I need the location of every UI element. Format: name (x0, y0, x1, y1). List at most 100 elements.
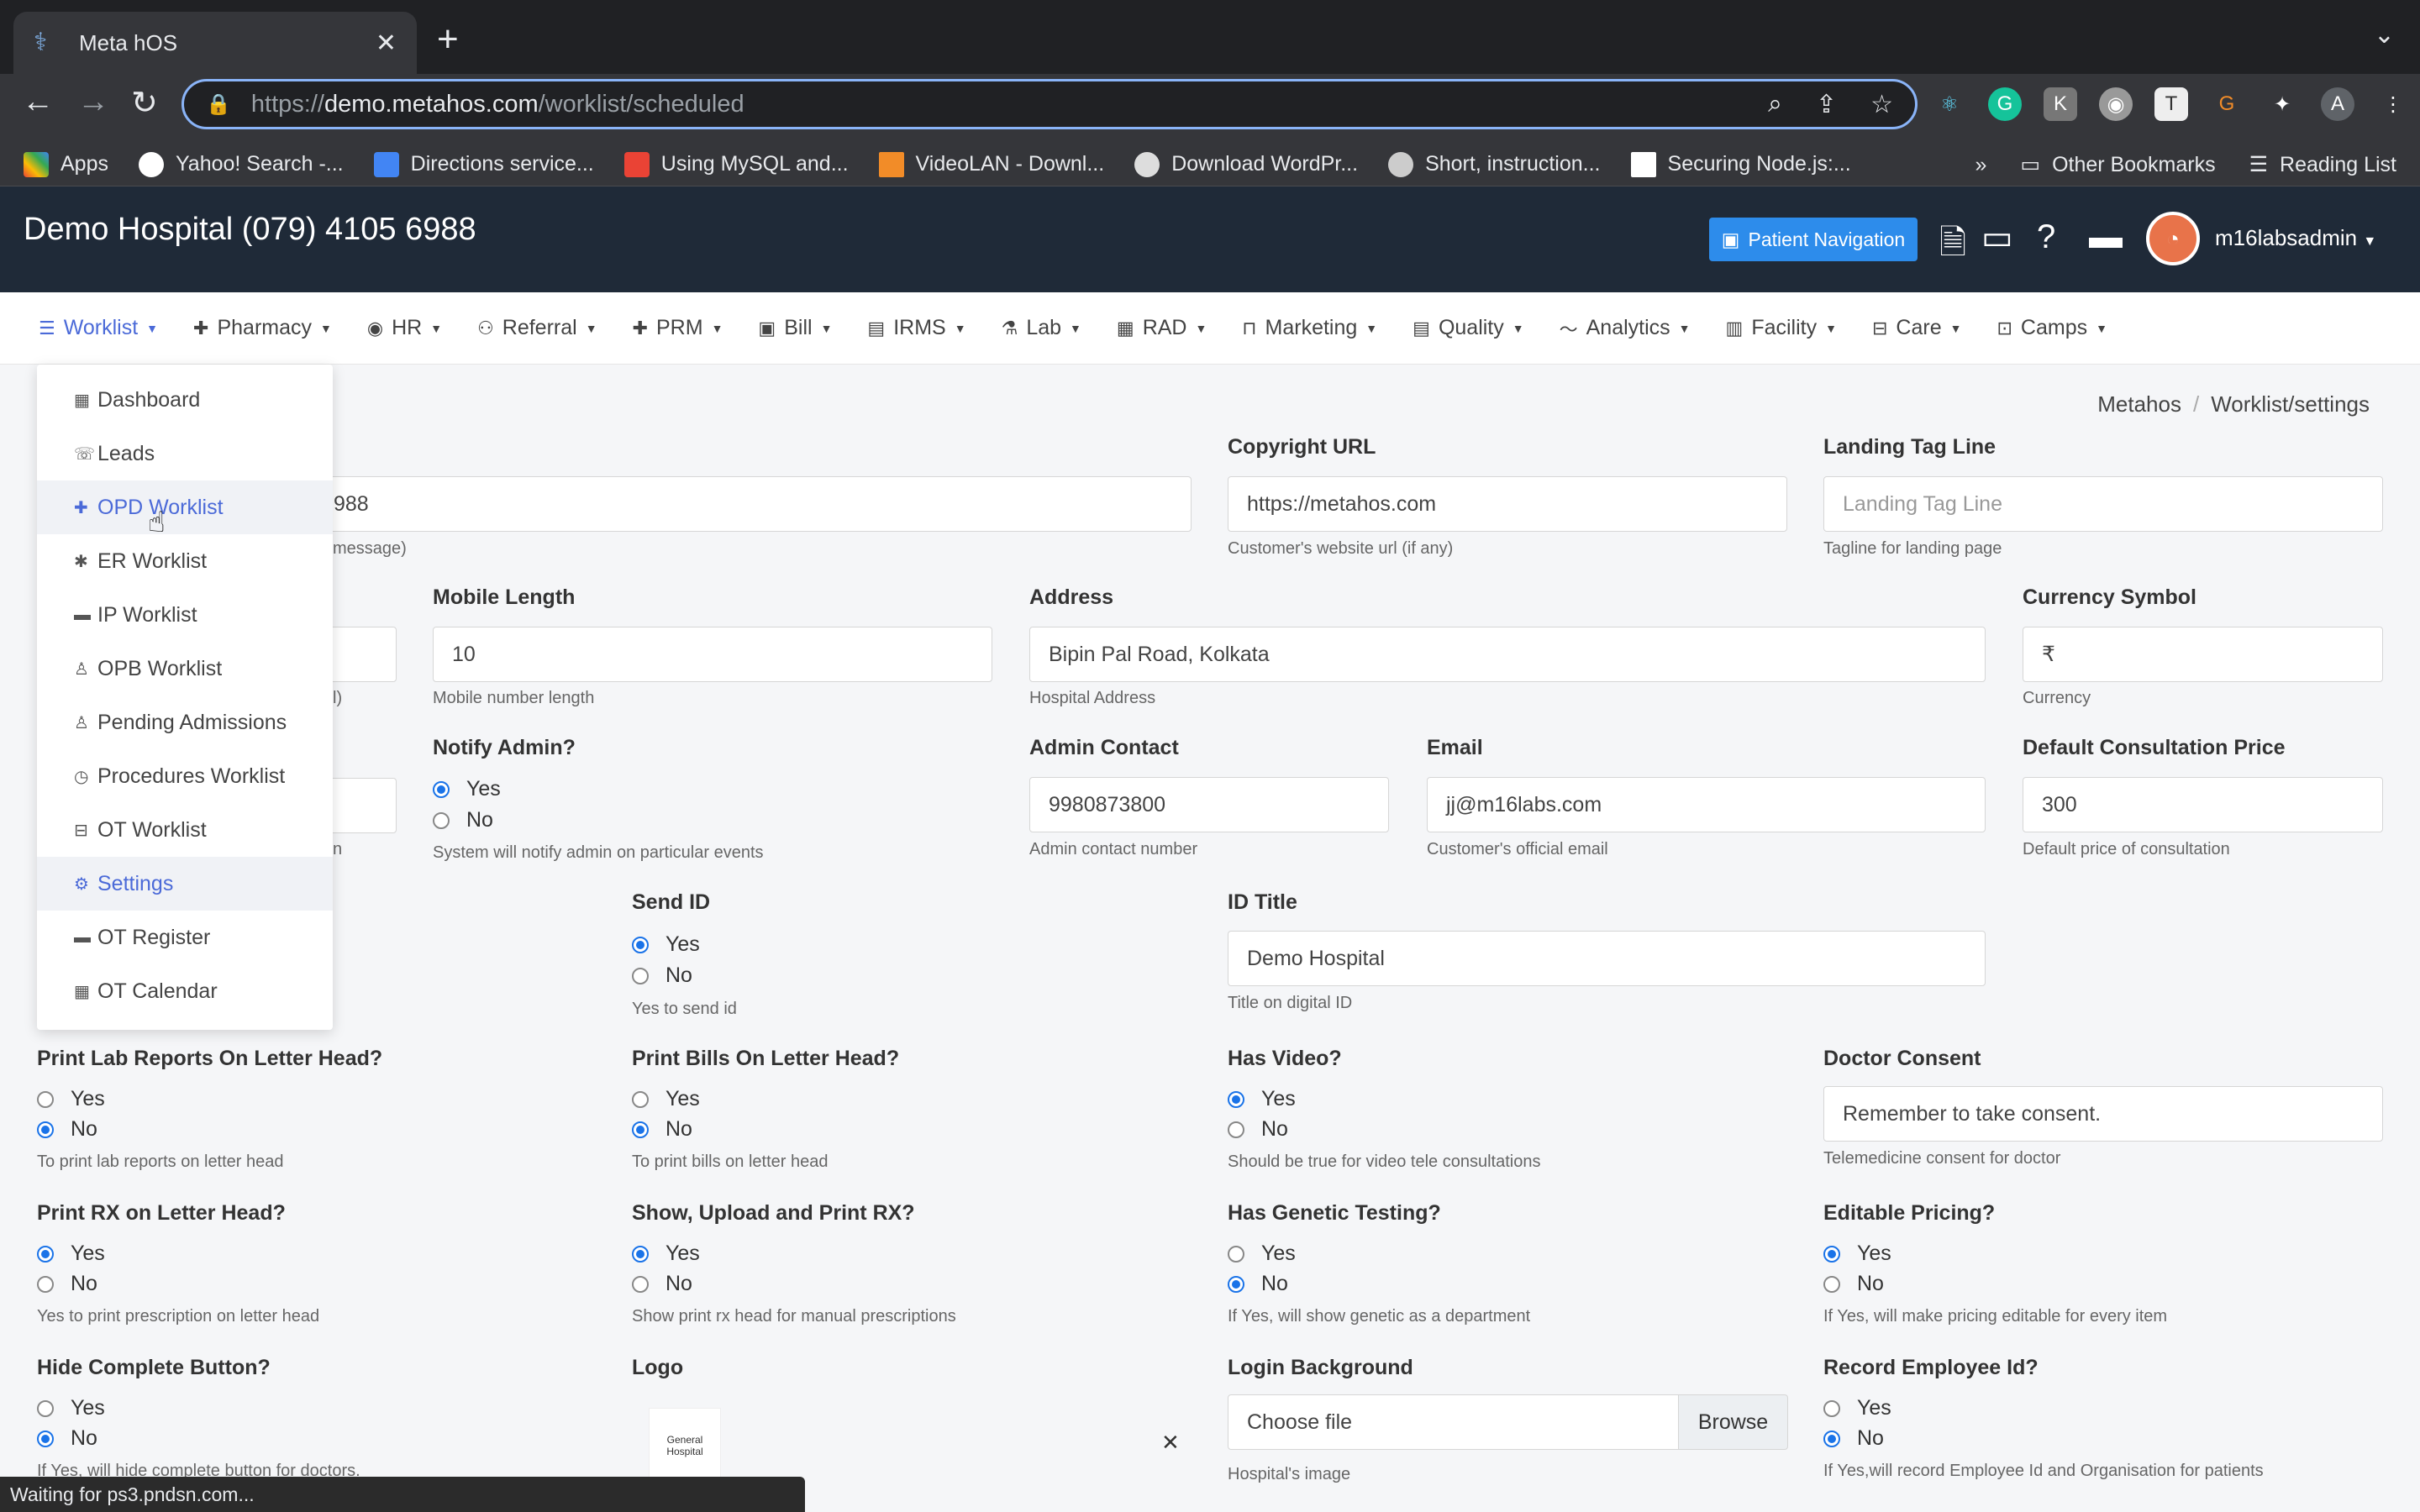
menu-worklist[interactable]: ☰ Worklist ▼ (39, 316, 158, 340)
default-price-input[interactable]: 300 (2023, 777, 2383, 832)
dropdown-item-dashboard[interactable]: ▦ Dashboard (37, 373, 333, 427)
profile-avatar[interactable]: A (2321, 87, 2354, 121)
extension-icon[interactable]: K (2044, 87, 2077, 121)
bookmark-yahoo[interactable]: Yahoo! Search -... (138, 151, 344, 177)
menu-marketing[interactable]: ⊓ Marketing ▼ (1242, 316, 1377, 340)
menu-hr[interactable]: ◉ HR ▼ (367, 316, 442, 340)
landing-tag-input[interactable]: Landing Tag Line (1823, 476, 2383, 532)
show-rx-yes[interactable]: Yes (632, 1242, 700, 1266)
zoom-icon[interactable]: ⌕ (1768, 90, 1782, 119)
remove-logo-icon[interactable]: ✕ (1161, 1430, 1180, 1456)
other-bookmarks[interactable]: ▭ Other Bookmarks (2020, 152, 2215, 177)
notify-admin-yes[interactable]: Yes (433, 777, 501, 801)
menu-prm[interactable]: ✚ PRM ▼ (633, 316, 723, 340)
print-rx-no[interactable]: No (37, 1272, 97, 1296)
has-video-yes[interactable]: Yes (1228, 1087, 1296, 1111)
notify-admin-no[interactable]: No (433, 808, 493, 832)
login-background-file-input[interactable]: Choose file (1228, 1394, 1679, 1450)
menu-facility[interactable]: ▥ Facility ▼ (1726, 316, 1837, 340)
bookmark-wordpress[interactable]: Download WordPr... (1134, 151, 1358, 177)
avatar[interactable]: ◔ (2146, 212, 2200, 265)
dropdown-item-leads[interactable]: ☏ Leads (37, 427, 333, 480)
puzzle-icon[interactable]: ✦ (2265, 87, 2299, 121)
user-menu[interactable]: m16labsadmin ▼ (2215, 225, 2376, 251)
menu-care[interactable]: ⊟ Care ▼ (1872, 316, 1961, 340)
print-bills-yes[interactable]: Yes (632, 1087, 700, 1111)
dropdown-item-ot-register[interactable]: ▬ OT Register (37, 911, 333, 964)
back-icon[interactable]: ← (22, 84, 54, 120)
menu-referral[interactable]: ⚇ Referral ▼ (477, 316, 597, 340)
spy-extension-icon[interactable]: ◉ (2099, 87, 2133, 121)
id-title-input[interactable]: Demo Hospital (1228, 931, 1986, 986)
share-icon[interactable]: ⇪ (1816, 90, 1837, 119)
close-tab-icon[interactable]: ✕ (376, 29, 397, 58)
dropdown-item-ip-worklist[interactable]: ▬ IP Worklist (37, 588, 333, 642)
dropdown-item-er-worklist[interactable]: ✱ ER Worklist (37, 534, 333, 588)
menu-quality[interactable]: ▤ Quality ▼ (1413, 316, 1523, 340)
editable-pricing-no[interactable]: No (1823, 1272, 1884, 1296)
help-icon[interactable]: ? (2037, 218, 2055, 256)
bookmark-videolan[interactable]: VideoLAN - Downl... (878, 151, 1104, 177)
send-id-yes[interactable]: Yes (632, 932, 700, 957)
dropdown-item-opd-worklist[interactable]: ✚ OPD Worklist (37, 480, 333, 534)
print-bills-no[interactable]: No (632, 1117, 692, 1142)
bookmark-apps[interactable]: Apps (24, 151, 108, 177)
chat-icon[interactable]: ▬ (2089, 218, 2123, 256)
send-id-no[interactable]: No (632, 963, 692, 988)
mobile-length-input[interactable]: 10 (433, 627, 992, 682)
new-tab-icon[interactable]: + (437, 18, 459, 60)
address-input[interactable]: Bipin Pal Road, Kolkata (1029, 627, 1986, 682)
copyright-url-input[interactable]: https://metahos.com (1228, 476, 1787, 532)
dropdown-item-pending-admissions[interactable]: ♙ Pending Admissions (37, 696, 333, 749)
grammarly-icon[interactable]: G (1988, 87, 2022, 121)
more-bookmarks-icon[interactable]: » (1975, 153, 1987, 177)
print-lab-yes[interactable]: Yes (37, 1087, 105, 1111)
dropdown-item-ot-calendar[interactable]: ▦ OT Calendar (37, 964, 333, 1018)
menu-bill[interactable]: ▣ Bill ▼ (758, 316, 832, 340)
menu-lab[interactable]: ⚗ Lab ▼ (1002, 316, 1081, 340)
print-rx-yes[interactable]: Yes (37, 1242, 105, 1266)
breadcrumb-root[interactable]: Metahos (2097, 391, 2181, 417)
dropdown-item-settings[interactable]: ⚙ Settings (37, 857, 333, 911)
genetic-testing-yes[interactable]: Yes (1228, 1242, 1296, 1266)
bookmark-mysql[interactable]: Using MySQL and... (623, 151, 849, 177)
print-lab-no[interactable]: No (37, 1117, 97, 1142)
bookmark-securing-node[interactable]: Securing Node.js:... (1630, 151, 1851, 177)
record-employee-no[interactable]: No (1823, 1426, 1884, 1451)
dropdown-item-procedures-worklist[interactable]: ◷ Procedures Worklist (37, 749, 333, 803)
orange-extension-icon[interactable]: G (2210, 87, 2244, 121)
genetic-testing-no[interactable]: No (1228, 1272, 1288, 1296)
email-input[interactable]: jj@m16labs.com (1427, 777, 1986, 832)
forward-icon[interactable]: → (77, 84, 109, 120)
patient-navigation-button[interactable]: ▣ Patient Navigation (1709, 218, 1918, 261)
doctor-consent-input[interactable]: Remember to take consent. (1823, 1086, 2383, 1142)
word-document-icon[interactable]: 🗎 (1939, 218, 1966, 276)
react-devtools-icon[interactable]: ⚛ (1933, 87, 1966, 121)
has-video-no[interactable]: No (1228, 1117, 1288, 1142)
reading-list[interactable]: ☰ Reading List (2249, 152, 2396, 177)
menu-dots-icon[interactable]: ⋮ (2376, 87, 2410, 121)
show-rx-no[interactable]: No (632, 1272, 692, 1296)
notes-extension-icon[interactable]: T (2154, 87, 2188, 121)
menu-camps[interactable]: ⊡ Camps ▼ (1996, 316, 2107, 340)
dropdown-item-ot-worklist[interactable]: ⊟ OT Worklist (37, 803, 333, 857)
browser-tab[interactable]: ⚕ Meta hOS ✕ (13, 12, 417, 74)
menu-analytics[interactable]: 〜 Analytics ▼ (1560, 315, 1691, 342)
bookmark-star-icon[interactable]: ☆ (1870, 90, 1893, 119)
menu-rad[interactable]: ▦ RAD ▼ (1117, 316, 1207, 340)
menu-irms[interactable]: ▤ IRMS ▼ (867, 316, 965, 340)
address-bar[interactable]: 🔒 https://demo.metahos.com/worklist/sche… (182, 79, 1918, 129)
currency-input[interactable]: ₹ (2023, 627, 2383, 682)
hide-complete-no[interactable]: No (37, 1426, 97, 1451)
admin-contact-input[interactable]: 9980873800 (1029, 777, 1389, 832)
folder-icon[interactable]: ▭ (1981, 218, 2013, 257)
record-employee-yes[interactable]: Yes (1823, 1396, 1891, 1420)
reload-icon[interactable]: ↻ (131, 84, 158, 122)
editable-pricing-yes[interactable]: Yes (1823, 1242, 1891, 1266)
tab-search-icon[interactable]: ⌄ (2374, 20, 2395, 50)
bookmark-directions[interactable]: Directions service... (373, 151, 594, 177)
dropdown-item-opb-worklist[interactable]: ♙ OPB Worklist (37, 642, 333, 696)
menu-pharmacy[interactable]: ✚ Pharmacy ▼ (193, 316, 332, 340)
browse-button[interactable]: Browse (1679, 1394, 1788, 1450)
bookmark-short-instructions[interactable]: Short, instruction... (1388, 151, 1601, 177)
